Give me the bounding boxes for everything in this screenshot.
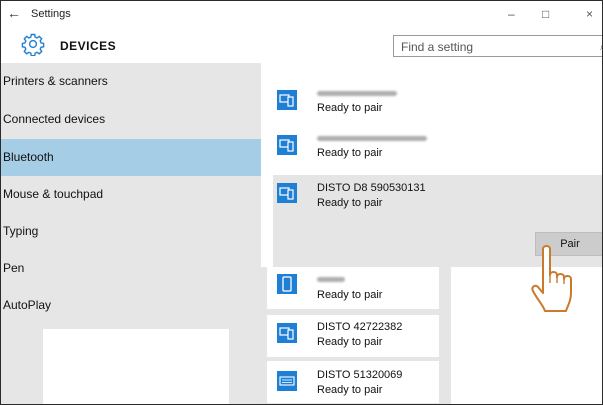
- gear-icon: [21, 33, 45, 56]
- page-header: DEVICES ⌕: [1, 29, 602, 63]
- device-list: Ready to pair Ready to pair DISTO D8 590…: [261, 63, 602, 404]
- sidebar-blank-panel: [43, 329, 229, 404]
- device-name: DISTO 42722382: [317, 321, 403, 333]
- settings-window: ← Settings – □ × DEVICES ⌕ Printers & sc…: [0, 0, 603, 405]
- device-name: DISTO 51320069: [317, 369, 403, 381]
- device-status: Ready to pair: [317, 197, 383, 209]
- sidebar-item-autoplay[interactable]: AutoPlay: [1, 287, 261, 324]
- device-status: Ready to pair: [317, 147, 383, 159]
- window-title: Settings: [31, 8, 71, 20]
- sidebar-item-label: AutoPlay: [3, 298, 52, 312]
- sidebar-item-bluetooth[interactable]: Bluetooth: [1, 139, 261, 176]
- sidebar-item-label: Connected devices: [3, 112, 106, 126]
- device-status: Ready to pair: [317, 384, 383, 396]
- sidebar-item-label: Bluetooth: [3, 150, 54, 164]
- sidebar-item-typing[interactable]: Typing: [1, 213, 261, 250]
- device-name-redacted: [317, 132, 427, 144]
- sidebar-item-label: Mouse & touchpad: [3, 187, 104, 201]
- device-item[interactable]: DISTO 42722382 Ready to pair: [267, 315, 439, 357]
- device-status: Ready to pair: [317, 289, 383, 301]
- pointing-hand-icon: [531, 245, 572, 312]
- phone-pc-icon: [277, 90, 297, 110]
- maximize-button[interactable]: □: [542, 7, 549, 21]
- keyboard-icon: [277, 371, 297, 391]
- device-name-redacted: [317, 87, 397, 99]
- title-bar: ← Settings – □ ×: [1, 1, 602, 29]
- device-item[interactable]: DISTO 51320069 Ready to pair: [267, 361, 439, 403]
- sidebar-item-label: Typing: [3, 224, 39, 238]
- device-status: Ready to pair: [317, 102, 383, 114]
- page-title: DEVICES: [60, 39, 117, 53]
- device-item[interactable]: Ready to pair: [261, 128, 431, 165]
- device-status: Ready to pair: [317, 336, 383, 348]
- device-name: DISTO D8 590530131: [317, 182, 426, 194]
- sidebar-item-mouse-touchpad[interactable]: Mouse & touchpad: [1, 176, 261, 213]
- device-item[interactable]: Ready to pair: [261, 83, 431, 120]
- minimize-button[interactable]: –: [508, 7, 515, 21]
- phone-pc-icon: [277, 183, 297, 203]
- back-arrow-icon[interactable]: ←: [7, 5, 21, 21]
- lower-device-group: Ready to pair DISTO 42722382 Ready to pa…: [261, 267, 451, 404]
- sidebar-item-printers-scanners[interactable]: Printers & scanners: [1, 63, 261, 100]
- device-name-redacted: [317, 273, 345, 285]
- search-input[interactable]: [399, 39, 593, 55]
- device-item[interactable]: Ready to pair: [267, 267, 439, 309]
- sidebar-item-label: Printers & scanners: [3, 74, 108, 88]
- sidebar-item-connected-devices[interactable]: Connected devices: [1, 101, 261, 138]
- phone-pc-icon: [277, 135, 297, 155]
- phone-icon: [277, 274, 297, 294]
- phone-pc-icon: [277, 323, 297, 343]
- close-button[interactable]: ×: [586, 7, 593, 21]
- sidebar: Printers & scanners Connected devices Bl…: [1, 63, 261, 404]
- search-box[interactable]: ⌕: [393, 35, 602, 57]
- sidebar-item-label: Pen: [3, 261, 25, 275]
- sidebar-item-pen[interactable]: Pen: [1, 250, 261, 287]
